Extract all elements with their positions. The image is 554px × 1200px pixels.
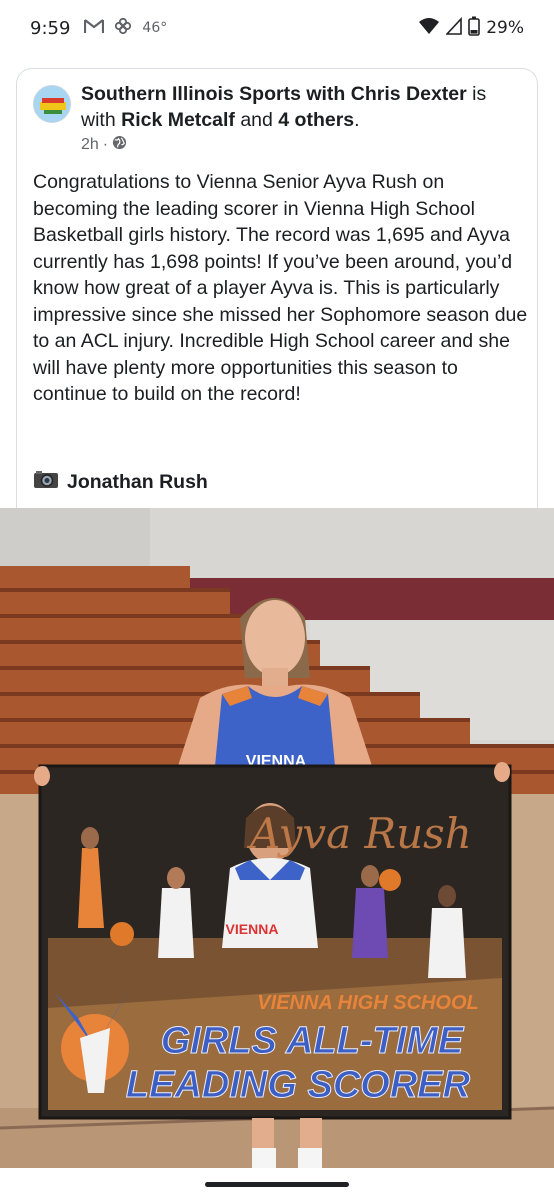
and-text: and <box>234 109 279 131</box>
post-card: Southern Illinois Sports with Chris Dext… <box>16 68 538 508</box>
post-meta: 2h · <box>81 135 127 155</box>
photo-credit: Jonathan Rush <box>33 469 208 495</box>
others-link[interactable]: 4 others <box>278 109 354 131</box>
page-name-link[interactable]: Southern Illinois Sports with Chris Dext… <box>81 83 467 105</box>
timestamp[interactable]: 2h <box>81 136 99 154</box>
gym-photo-illustration: VIENNA Ayva Rush VIENNA VIENNA HIGH SCHO… <box>0 508 554 1168</box>
battery-icon <box>468 16 481 41</box>
period-text: . <box>354 109 360 131</box>
tagged-person-link[interactable]: Rick Metcalf <box>121 109 235 131</box>
battery-percent: 29% <box>486 18 524 38</box>
banner-line2: LEADING SCORER <box>126 1064 471 1106</box>
pinwheel-icon <box>114 17 132 39</box>
post-header: Southern Illinois Sports with Chris Dext… <box>81 81 521 133</box>
banner-small-jersey: VIENNA <box>226 921 279 937</box>
signal-icon <box>445 16 463 40</box>
temperature: 46° <box>142 20 168 36</box>
credit-name[interactable]: Jonathan Rush <box>67 471 208 494</box>
status-bar: 9:59 46° 29% <box>0 0 554 56</box>
gesture-nav-bar <box>0 1168 554 1200</box>
banner-signature: Ayva Rush <box>246 809 472 858</box>
post-photo[interactable]: VIENNA Ayva Rush VIENNA VIENNA HIGH SCHO… <box>0 508 554 1168</box>
banner-line1: GIRLS ALL-TIME <box>161 1020 465 1062</box>
camera-icon <box>33 469 59 495</box>
globe-icon <box>112 135 127 155</box>
home-gesture-handle[interactable] <box>205 1182 349 1187</box>
gmail-icon <box>84 18 105 38</box>
wifi-icon <box>418 17 440 40</box>
clock: 9:59 <box>30 17 71 39</box>
banner-school: VIENNA HIGH SCHOOL <box>257 992 479 1014</box>
page-avatar[interactable] <box>33 85 71 123</box>
post-text: Congratulations to Vienna Senior Ayva Ru… <box>33 171 528 405</box>
meta-separator: · <box>102 136 109 153</box>
